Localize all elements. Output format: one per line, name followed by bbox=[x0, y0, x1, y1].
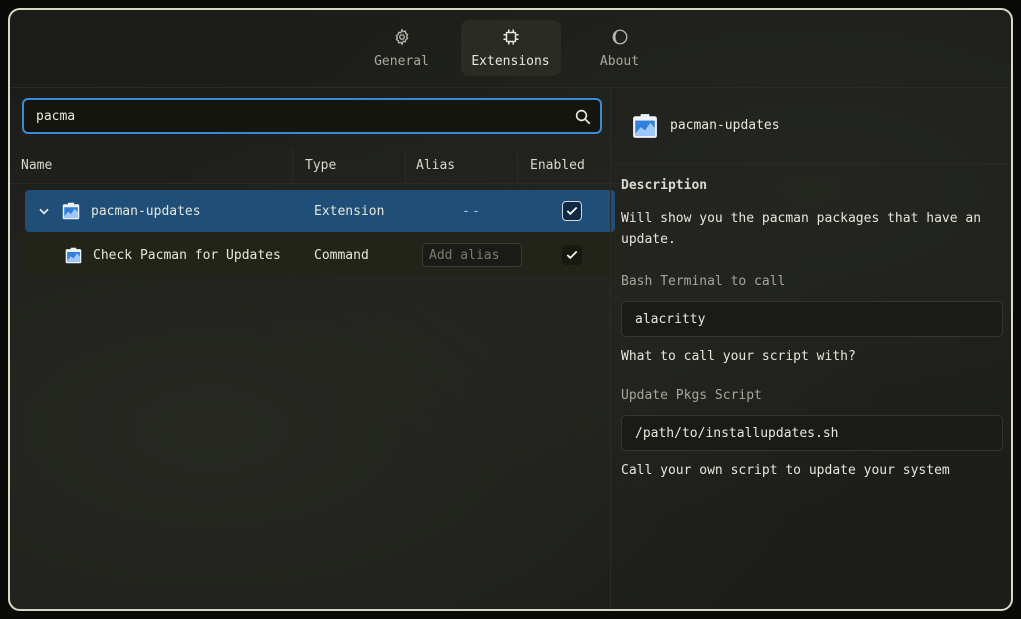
top-nav: General Extensions About bbox=[10, 10, 1011, 88]
moon-icon bbox=[610, 27, 630, 47]
tab-about-label: About bbox=[599, 54, 640, 69]
tab-extensions-label: Extensions bbox=[471, 54, 550, 69]
terminal-field-label: Bash Terminal to call bbox=[621, 274, 786, 289]
extensions-list-panel: Name Type Alias Enabled pacman bbox=[10, 96, 620, 609]
tab-general[interactable]: General bbox=[361, 20, 443, 76]
extension-type: Extension bbox=[314, 203, 385, 219]
enabled-checkbox[interactable] bbox=[561, 201, 582, 221]
details-header: pacman-updates bbox=[611, 88, 1011, 164]
chevron-down-icon[interactable] bbox=[37, 204, 51, 218]
tab-general-label: General bbox=[374, 54, 429, 69]
enabled-cell bbox=[528, 201, 615, 221]
extension-name-cell: pacman-updates bbox=[25, 190, 303, 232]
description-heading: Description bbox=[621, 178, 708, 193]
terminal-field-help: What to call your script with? bbox=[621, 349, 856, 364]
command-name-cell: Check Pacman for Updates bbox=[25, 234, 303, 276]
tab-extensions[interactable]: Extensions bbox=[460, 20, 561, 76]
extension-details-panel: pacman-updates Description Will show you… bbox=[611, 88, 1011, 609]
gear-icon bbox=[392, 27, 412, 47]
extension-name: pacman-updates bbox=[91, 203, 201, 219]
chip-icon bbox=[501, 27, 521, 47]
alias-value: -- bbox=[416, 204, 528, 219]
column-header-type[interactable]: Type bbox=[293, 148, 406, 183]
add-alias-input[interactable] bbox=[422, 243, 522, 267]
command-name: Check Pacman for Updates bbox=[93, 247, 281, 263]
search-input[interactable] bbox=[36, 108, 556, 124]
extension-icon bbox=[632, 113, 658, 139]
script-field-label: Update Pkgs Script bbox=[621, 388, 762, 403]
enabled-checkbox[interactable] bbox=[561, 245, 582, 265]
terminal-field[interactable]: alacritty bbox=[621, 301, 1003, 337]
table-header: Name Type Alias Enabled bbox=[10, 148, 620, 184]
details-body: Description Will show you the pacman pac… bbox=[611, 164, 1011, 478]
script-field-help: Call your own script to update your syst… bbox=[621, 463, 950, 478]
table-row[interactable]: Check Pacman for Updates Command bbox=[25, 234, 615, 276]
description-text: Will show you the pacman packages that h… bbox=[621, 211, 982, 247]
column-header-enabled[interactable]: Enabled bbox=[518, 148, 620, 183]
alias-empty-value: -- bbox=[462, 203, 482, 219]
command-type: Command bbox=[314, 247, 369, 263]
command-icon bbox=[65, 247, 82, 264]
tab-about[interactable]: About bbox=[579, 20, 661, 76]
search-box[interactable] bbox=[22, 98, 602, 134]
terminal-field-value: alacritty bbox=[635, 311, 706, 327]
settings-window: General Extensions About pacma Name Type… bbox=[8, 8, 1013, 611]
column-header-name[interactable]: Name bbox=[10, 148, 293, 183]
table-row[interactable]: pacman-updates Extension -- bbox=[25, 190, 615, 232]
script-field-value: /path/to/installupdates.sh bbox=[635, 425, 839, 441]
enabled-cell bbox=[528, 245, 615, 265]
extension-icon bbox=[62, 202, 80, 220]
search-icon[interactable] bbox=[574, 108, 592, 126]
script-field[interactable]: /path/to/installupdates.sh bbox=[621, 415, 1003, 451]
details-title: pacman-updates bbox=[670, 118, 780, 133]
column-header-alias[interactable]: Alias bbox=[406, 148, 518, 183]
alias-cell bbox=[416, 243, 528, 267]
